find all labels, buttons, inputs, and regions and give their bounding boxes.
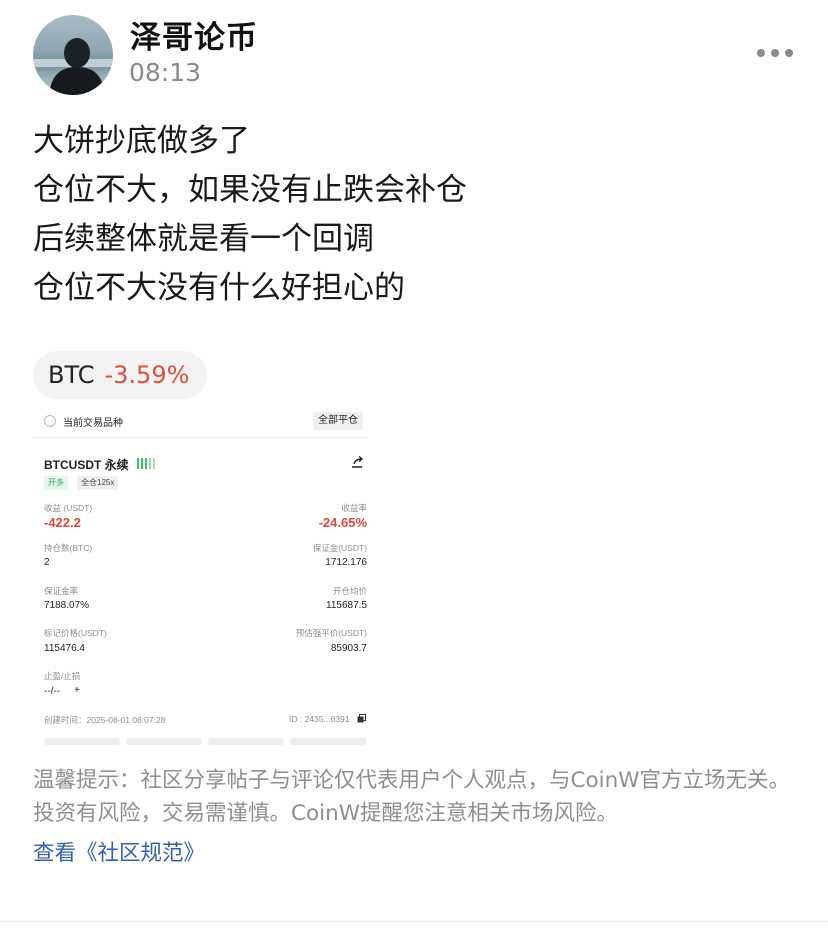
disclaimer-text: 温馨提示：社区分享帖子与评论仅代表用户个人观点，与CoinW官方立场无关。投资有… xyxy=(33,768,791,826)
cut-off-button xyxy=(44,738,120,745)
more-dot xyxy=(771,49,779,57)
entry-price-value: 115687.5 xyxy=(326,600,367,611)
created-time: 创建时间：2025-08-01 08:07:28 xyxy=(44,715,166,725)
pnl-value: -422.2 xyxy=(44,515,81,530)
entry-price-label: 开仓均价 xyxy=(332,586,367,596)
avatar-image xyxy=(33,38,113,95)
close-all-button: 全部平仓 xyxy=(313,412,363,430)
roi-value: -24.65% xyxy=(318,515,367,530)
margin-mode-badge: 全仓125x xyxy=(77,476,119,490)
signal-bars-icon xyxy=(137,458,155,469)
roi-label: 收益率 xyxy=(341,503,367,513)
more-options-icon[interactable] xyxy=(757,41,797,65)
margin-value: 1712.176 xyxy=(325,557,367,568)
divider xyxy=(0,921,828,922)
copy-icon xyxy=(357,714,366,723)
mark-price-value: 115476.4 xyxy=(44,643,85,654)
position-screenshot[interactable]: 当前交易品种 全部平仓 BTCUSDT 永续 开多 全仓125x 收益 (USD… xyxy=(33,405,367,745)
ticker-chip[interactable]: BTC -3.59% xyxy=(33,351,207,399)
margin-ratio-label: 保证金率 xyxy=(44,586,79,596)
pnl-label: 收益 (USDT) xyxy=(44,503,93,513)
cut-off-button xyxy=(290,738,367,745)
tpsl-label: 止盈/止损 xyxy=(44,671,81,681)
position-id: ID : 2435...6391 xyxy=(289,714,350,724)
current-pair-label: 当前交易品种 xyxy=(63,418,123,429)
post-line: 仓位不大没有什么好担心的 xyxy=(33,270,405,306)
radio-icon xyxy=(44,415,56,427)
post-content: 大饼抄底做多了 仓位不大，如果没有止跌会补仓 后续整体就是看一个回调 仓位不大没… xyxy=(33,117,467,313)
cut-off-button xyxy=(208,738,284,745)
ticker-symbol: BTC xyxy=(48,361,95,389)
cut-off-button xyxy=(126,738,202,745)
mark-price-label: 标记价格(USDT) xyxy=(44,628,107,638)
post-line: 仓位不大，如果没有止跌会补仓 xyxy=(33,172,467,208)
post-time: 08:13 xyxy=(129,58,202,87)
tpsl-value: --/-- xyxy=(44,686,61,697)
author-name[interactable]: 泽哥论币 xyxy=(130,12,258,57)
size-label: 持仓数(BTC) xyxy=(44,543,93,553)
more-dot xyxy=(757,49,765,57)
pair-name: BTCUSDT 永续 xyxy=(44,458,129,472)
more-dot xyxy=(785,49,793,57)
side-badge: 开多 xyxy=(44,476,68,490)
post-line: 大饼抄底做多了 xyxy=(33,123,250,159)
add-tpsl-icon: + xyxy=(74,685,80,696)
size-value: 2 xyxy=(44,557,50,568)
margin-label: 保证金(USDT) xyxy=(312,543,367,553)
share-icon xyxy=(352,456,364,468)
post-line: 后续整体就是看一个回调 xyxy=(33,221,374,257)
liq-price-value: 85903.7 xyxy=(330,643,367,654)
liq-price-label: 预估强平价(USDT) xyxy=(295,628,367,638)
divider xyxy=(33,437,367,438)
avatar[interactable] xyxy=(33,15,113,95)
margin-ratio-value: 7188.07% xyxy=(44,600,90,611)
ticker-change: -3.59% xyxy=(104,361,190,389)
community-rules-link[interactable]: 查看《社区规范》 xyxy=(33,836,205,867)
